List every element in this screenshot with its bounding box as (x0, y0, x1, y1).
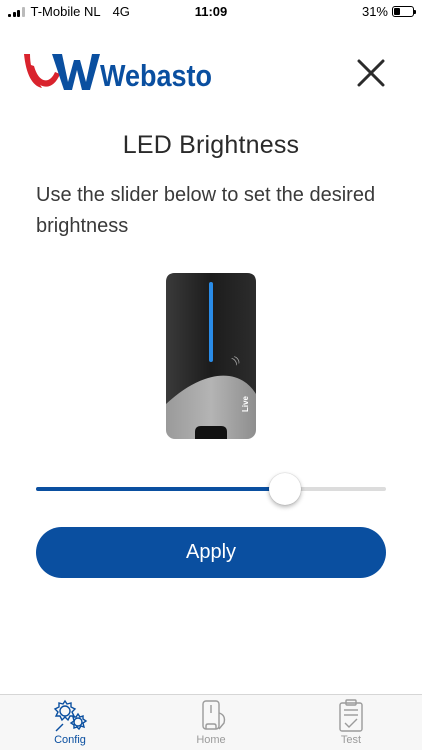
tab-home-label: Home (196, 734, 226, 746)
tab-bar: Config Home Test (0, 694, 422, 750)
tab-test-label: Test (340, 734, 362, 746)
close-icon[interactable] (352, 54, 390, 92)
gears-icon (53, 699, 88, 732)
tab-config[interactable]: Config (25, 697, 115, 750)
status-time: 11:09 (194, 4, 228, 19)
status-bar: T-Mobile NL 4G 11:09 31% (0, 0, 422, 24)
battery-icon (392, 6, 416, 17)
logo-emblem-right (52, 54, 100, 90)
clipboard-check-icon (339, 699, 363, 732)
status-right: 31% (361, 4, 416, 19)
wallbox-charger-image: )) Live (166, 273, 256, 439)
slider-thumb[interactable] (269, 473, 301, 505)
webasto-logo: Webasto (24, 54, 212, 93)
tab-test[interactable]: Test (306, 697, 396, 750)
logo-emblem-arc (28, 64, 60, 87)
brightness-slider[interactable] (36, 472, 386, 506)
charger-home-icon (202, 700, 226, 730)
logo-wordmark: Webasto (100, 58, 212, 93)
tab-config-label: Config (54, 734, 86, 746)
battery-fill (394, 8, 400, 15)
page-description: Use the slider below to set the desired … (36, 184, 376, 237)
slider-fill (36, 487, 285, 491)
page-title: LED Brightness (122, 131, 300, 159)
battery-percent: 31% (361, 4, 388, 19)
tab-home[interactable]: Home (166, 697, 256, 750)
apply-button[interactable]: Apply (36, 527, 386, 578)
charger-live-label: Live (241, 395, 250, 412)
